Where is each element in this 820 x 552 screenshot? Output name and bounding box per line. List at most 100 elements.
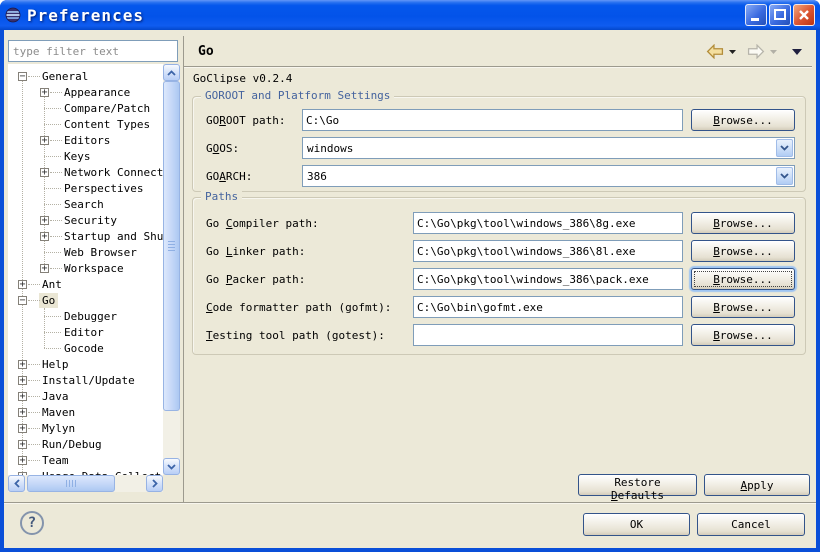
tree-item-java[interactable]: +Java bbox=[8, 388, 163, 404]
tree-vertical-scrollbar[interactable] bbox=[163, 64, 180, 475]
expand-icon[interactable]: + bbox=[18, 456, 27, 465]
tree-item-editors[interactable]: +Editors bbox=[8, 132, 163, 148]
forward-button[interactable] bbox=[747, 44, 765, 59]
tree-item-label: Web Browser bbox=[61, 245, 140, 260]
horizontal-scroll-thumb[interactable] bbox=[27, 475, 115, 492]
help-button[interactable]: ? bbox=[20, 511, 44, 535]
goos-row: GOOS:windows bbox=[206, 137, 795, 159]
back-button[interactable] bbox=[706, 44, 724, 59]
vertical-scroll-thumb[interactable] bbox=[163, 81, 180, 411]
goos-combo[interactable]: windows bbox=[302, 137, 795, 159]
tree-item-ant[interactable]: +Ant bbox=[8, 276, 163, 292]
tree-item-label: General bbox=[39, 69, 91, 84]
expand-icon[interactable]: + bbox=[18, 392, 27, 401]
expand-icon[interactable]: + bbox=[40, 216, 49, 225]
expand-icon[interactable]: + bbox=[40, 168, 49, 177]
combo-dropdown-button[interactable] bbox=[776, 167, 793, 185]
tree-item-label: Keys bbox=[61, 149, 94, 164]
bottom-separator bbox=[4, 502, 816, 504]
expand-icon[interactable]: + bbox=[40, 88, 49, 97]
tree-item-mylyn[interactable]: +Mylyn bbox=[8, 420, 163, 436]
testing-tool-path-gotest-label: Testing tool path (gotest): bbox=[206, 329, 413, 342]
goroot-path-browse-button[interactable]: Browse... bbox=[691, 109, 795, 131]
collapse-icon[interactable]: − bbox=[18, 296, 27, 305]
tree-item-editor[interactable]: Editor bbox=[8, 324, 163, 340]
tree-item-compare-patch[interactable]: Compare/Patch bbox=[8, 100, 163, 116]
go-linker-path-input[interactable] bbox=[413, 240, 683, 262]
testing-tool-path-gotest-browse-button[interactable]: Browse... bbox=[691, 324, 795, 346]
close-button[interactable] bbox=[793, 4, 815, 26]
scroll-down-button[interactable] bbox=[163, 458, 180, 475]
back-dropdown-button[interactable] bbox=[729, 50, 736, 54]
collapse-icon[interactable]: − bbox=[18, 72, 27, 81]
expand-icon[interactable]: + bbox=[18, 440, 27, 449]
chevron-down-icon bbox=[792, 49, 802, 55]
go-linker-path-browse-button[interactable]: Browse... bbox=[691, 240, 795, 262]
chevron-right-icon bbox=[152, 479, 158, 488]
tree-item-label: Team bbox=[39, 453, 72, 468]
tree-item-perspectives[interactable]: Perspectives bbox=[8, 180, 163, 196]
code-formatter-path-gofmt-input[interactable] bbox=[413, 296, 683, 318]
combo-dropdown-button[interactable] bbox=[776, 139, 793, 157]
testing-tool-path-gotest-input[interactable] bbox=[413, 324, 683, 346]
tree-item-startup-and-shu[interactable]: + Startup and Shu bbox=[8, 228, 163, 244]
expand-icon[interactable]: + bbox=[40, 264, 49, 273]
tree-item-label: Startup and Shu bbox=[61, 229, 163, 244]
tree-item-label: Content Types bbox=[61, 117, 153, 132]
tree-item-general[interactable]: − General bbox=[8, 68, 163, 84]
tree-item-debugger[interactable]: Debugger bbox=[8, 308, 163, 324]
minimize-button[interactable] bbox=[745, 4, 767, 26]
tree-item-keys[interactable]: Keys bbox=[8, 148, 163, 164]
view-menu-button[interactable] bbox=[792, 49, 802, 55]
tree-item-appearance[interactable]: +Appearance bbox=[8, 84, 163, 100]
code-formatter-path-gofmt-browse-button[interactable]: Browse... bbox=[691, 296, 795, 318]
tree-horizontal-scrollbar[interactable] bbox=[8, 475, 163, 492]
goroot-path-input[interactable] bbox=[302, 109, 683, 131]
tree-item-run-debug[interactable]: + Run/Debug bbox=[8, 436, 163, 452]
tree-item-web-browser[interactable]: Web Browser bbox=[8, 244, 163, 260]
combo-value: windows bbox=[303, 142, 775, 155]
expand-icon[interactable]: + bbox=[18, 424, 27, 433]
ok-button[interactable]: OK bbox=[583, 513, 690, 536]
tree-item-content-types[interactable]: Content Types bbox=[8, 116, 163, 132]
tree-item-network-connect[interactable]: +Network Connect bbox=[8, 164, 163, 180]
tree-item-maven[interactable]: +Maven bbox=[8, 404, 163, 420]
maximize-button[interactable] bbox=[769, 4, 791, 26]
panel-separator bbox=[183, 36, 184, 502]
tree-item-install-update[interactable]: + Install/Update bbox=[8, 372, 163, 388]
expand-icon[interactable]: + bbox=[40, 232, 49, 241]
expand-icon[interactable]: + bbox=[18, 280, 27, 289]
tree-item-label: Run/Debug bbox=[39, 437, 105, 452]
scroll-up-button[interactable] bbox=[163, 64, 180, 81]
expand-icon[interactable]: + bbox=[18, 360, 27, 369]
tree-item-help[interactable]: +Help bbox=[8, 356, 163, 372]
titlebar[interactable]: Preferences bbox=[0, 0, 820, 30]
tree-item-security[interactable]: + Security bbox=[8, 212, 163, 228]
expand-icon[interactable]: + bbox=[18, 376, 27, 385]
goarch-combo[interactable]: 386 bbox=[302, 165, 795, 187]
tree-item-team[interactable]: + Team bbox=[8, 452, 163, 468]
go-compiler-path-input[interactable] bbox=[413, 212, 683, 234]
tree-item-go[interactable]: −Go bbox=[8, 292, 163, 308]
go-packer-path-input[interactable] bbox=[413, 268, 683, 290]
cancel-button[interactable]: Cancel bbox=[697, 513, 805, 536]
tree-item-usage-data-collect[interactable]: +Usage Data Collect bbox=[8, 468, 163, 475]
header-separator bbox=[184, 66, 812, 68]
forward-dropdown-button[interactable] bbox=[770, 50, 777, 54]
tree-item-search[interactable]: Search bbox=[8, 196, 163, 212]
tree-item-label: Install/Update bbox=[39, 373, 138, 388]
filter-input[interactable] bbox=[8, 40, 178, 62]
tree-guide bbox=[44, 92, 45, 268]
expand-icon[interactable]: + bbox=[40, 136, 49, 145]
scroll-right-button[interactable] bbox=[146, 475, 163, 492]
tree-items: − General+AppearanceCompare/PatchContent … bbox=[8, 64, 163, 475]
tree-item-label: Security bbox=[61, 213, 120, 228]
go-packer-path-browse-button[interactable]: Browse... bbox=[691, 268, 795, 290]
tree-item-gocode[interactable]: Gocode bbox=[8, 340, 163, 356]
tree-item-workspace[interactable]: +Workspace bbox=[8, 260, 163, 276]
apply-button[interactable]: Apply bbox=[704, 474, 810, 496]
restore-defaults-button[interactable]: Restore Defaults bbox=[578, 474, 697, 496]
expand-icon[interactable]: + bbox=[18, 408, 27, 417]
go-compiler-path-browse-button[interactable]: Browse... bbox=[691, 212, 795, 234]
scroll-left-button[interactable] bbox=[8, 475, 25, 492]
